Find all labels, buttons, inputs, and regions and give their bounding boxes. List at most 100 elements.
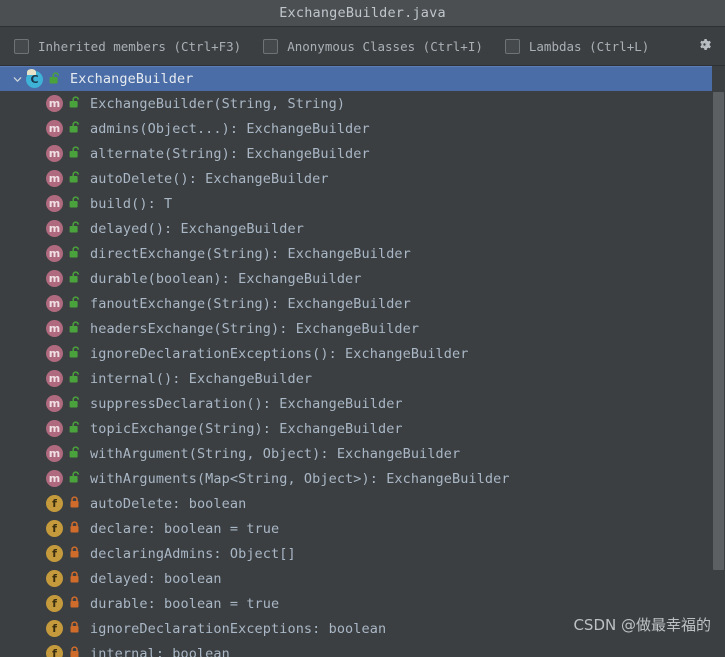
tree-row-label: topicExchange(String): ExchangeBuilder [90, 420, 403, 437]
method-icon: m [46, 420, 63, 437]
lock-open-icon [69, 469, 81, 488]
tree-row-member[interactable]: m delayed(): ExchangeBuilder [0, 216, 725, 241]
checkbox-anonymous-classes[interactable] [263, 38, 279, 54]
tree-row-label: declaringAdmins: Object[] [90, 545, 296, 562]
chevron-down-icon[interactable] [12, 70, 23, 89]
checkbox-lambdas[interactable] [504, 38, 520, 54]
tree-row-label: headersExchange(String): ExchangeBuilder [90, 320, 420, 337]
tree-row-member[interactable]: m directExchange(String): ExchangeBuilder [0, 241, 725, 266]
method-icon: m [46, 195, 63, 212]
lock-closed-icon [69, 569, 80, 588]
tree-row-label: suppressDeclaration(): ExchangeBuilder [90, 395, 403, 412]
lock-open-icon [69, 194, 81, 213]
settings-button[interactable] [691, 33, 717, 59]
lock-open-icon [69, 319, 81, 338]
tree-row-member[interactable]: m topicExchange(String): ExchangeBuilder [0, 416, 725, 441]
tree-row-member[interactable]: m headersExchange(String): ExchangeBuilde… [0, 316, 725, 341]
method-icon: m [46, 170, 63, 187]
method-icon: m [46, 95, 63, 112]
method-icon: m [46, 320, 63, 337]
lock-open-icon [69, 244, 81, 263]
tree-row-member[interactable]: m durable(boolean): ExchangeBuilder [0, 266, 725, 291]
filter-label: Anonymous Classes (Ctrl+I) [287, 38, 483, 54]
lock-open-icon [69, 394, 81, 413]
tree-row-label: declare: boolean = true [90, 520, 280, 537]
lock-open-icon [69, 294, 81, 313]
field-icon: f [46, 570, 63, 587]
field-icon: f [46, 645, 63, 657]
lock-open-icon [69, 94, 81, 113]
tree-row-member[interactable]: f declare: boolean = true [0, 516, 725, 541]
tree-row-member[interactable]: m withArguments(Map<String, Object>): Exc… [0, 466, 725, 491]
tree-row-label: delayed: boolean [90, 570, 222, 587]
lock-open-icon [49, 70, 61, 89]
tree-row-label: fanoutExchange(String): ExchangeBuilder [90, 295, 411, 312]
page-title: ExchangeBuilder.java [279, 5, 446, 21]
tree-row-label: alternate(String): ExchangeBuilder [90, 145, 370, 162]
lock-closed-icon [69, 594, 80, 613]
filter-inherited-members[interactable]: Inherited members (Ctrl+F3) [14, 38, 242, 54]
tree-row-label: durable(boolean): ExchangeBuilder [90, 270, 362, 287]
filter-lambdas[interactable]: Lambdas (Ctrl+L) [504, 38, 649, 54]
tree-row-label: autoDelete(): ExchangeBuilder [90, 170, 329, 187]
tree-row-label: ignoreDeclarationExceptions: boolean [90, 620, 387, 637]
tree-row-member[interactable]: m ignoreDeclarationExceptions(): Exchange… [0, 341, 725, 366]
lock-open-icon [69, 269, 81, 288]
tree-row-member[interactable]: m autoDelete(): ExchangeBuilder [0, 166, 725, 191]
tree-row-label: admins(Object...): ExchangeBuilder [90, 120, 370, 137]
tree-row-member[interactable]: m withArgument(String, Object): ExchangeB… [0, 441, 725, 466]
checkbox-inherited-members[interactable] [14, 38, 29, 54]
tree-row-class[interactable]: C ExchangeBuilder [0, 66, 725, 91]
lock-closed-icon [69, 494, 80, 513]
method-icon: m [46, 120, 63, 137]
field-icon: f [46, 520, 63, 537]
tree-row-member[interactable]: f declaringAdmins: Object[] [0, 541, 725, 566]
scrollbar-thumb[interactable] [713, 92, 724, 570]
class-icon: C [26, 68, 43, 88]
tree-row-member[interactable]: f durable: boolean = true [0, 591, 725, 616]
tree-row-member[interactable]: m ExchangeBuilder(String, String) [0, 91, 725, 116]
lock-open-icon [69, 419, 81, 438]
tree-row-label: build(): T [90, 195, 173, 212]
gear-icon [696, 36, 713, 57]
tree-row-member[interactable]: m build(): T [0, 191, 725, 216]
method-icon: m [46, 145, 63, 162]
tree-row-member[interactable]: m suppressDeclaration(): ExchangeBuilder [0, 391, 725, 416]
field-icon: f [46, 595, 63, 612]
tree-row-label: ExchangeBuilder(String, String) [90, 95, 346, 112]
tree-row-label: durable: boolean = true [90, 595, 280, 612]
tree-row-member[interactable]: m internal(): ExchangeBuilder [0, 366, 725, 391]
method-icon: m [46, 220, 63, 237]
lock-open-icon [69, 119, 81, 138]
tree-row-member[interactable]: f autoDelete: boolean [0, 491, 725, 516]
lock-open-icon [69, 369, 81, 388]
method-icon: m [46, 295, 63, 312]
filter-label: Inherited members (Ctrl+F3) [38, 38, 242, 54]
tree-row-label: internal(): ExchangeBuilder [90, 370, 313, 387]
vertical-scrollbar[interactable] [712, 66, 725, 657]
structure-tree[interactable]: C ExchangeBuilder m ExchangeBuilder(String,… [0, 66, 725, 657]
tree-row-label: withArguments(Map<String, Object>): Exch… [90, 470, 510, 487]
tree-row-member[interactable]: m alternate(String): ExchangeBuilder [0, 141, 725, 166]
field-icon: f [46, 495, 63, 512]
structure-popup: ExchangeBuilder.java Inherited members (… [0, 0, 725, 657]
field-icon: f [46, 545, 63, 562]
lock-open-icon [69, 219, 81, 238]
method-icon: m [46, 395, 63, 412]
method-icon: m [46, 445, 63, 462]
lock-open-icon [69, 444, 81, 463]
tree-row-member[interactable]: f internal: boolean [0, 641, 725, 657]
tree-row-label: autoDelete: boolean [90, 495, 247, 512]
lock-closed-icon [69, 644, 80, 657]
method-icon: m [46, 245, 63, 262]
tree-row-member[interactable]: f ignoreDeclarationExceptions: boolean [0, 616, 725, 641]
tree-row-label: delayed(): ExchangeBuilder [90, 220, 304, 237]
method-icon: m [46, 370, 63, 387]
filter-anonymous-classes[interactable]: Anonymous Classes (Ctrl+I) [263, 38, 483, 54]
method-icon: m [46, 345, 63, 362]
field-icon: f [46, 620, 63, 637]
method-icon: m [46, 470, 63, 487]
tree-row-member[interactable]: f delayed: boolean [0, 566, 725, 591]
tree-row-member[interactable]: m fanoutExchange(String): ExchangeBuilder [0, 291, 725, 316]
tree-row-member[interactable]: m admins(Object...): ExchangeBuilder [0, 116, 725, 141]
